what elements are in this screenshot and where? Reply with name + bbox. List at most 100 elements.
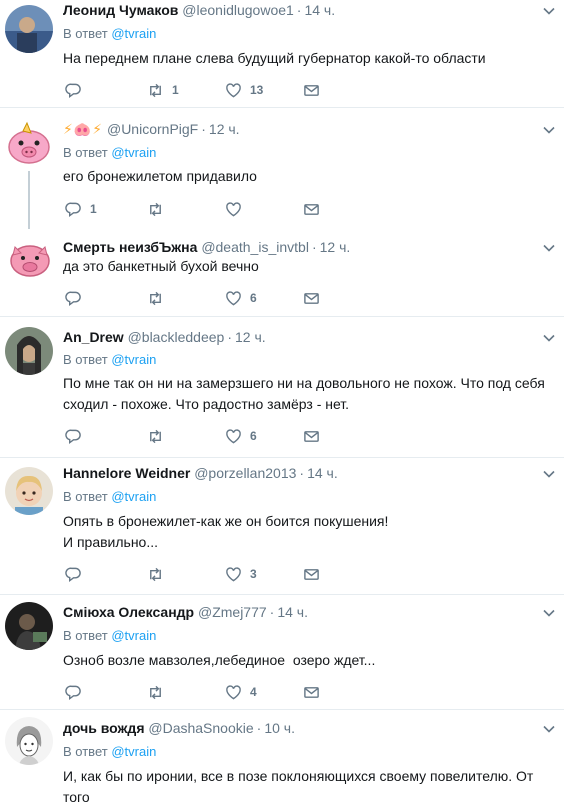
user-handle[interactable]: @DashaSnookie bbox=[148, 720, 253, 736]
timestamp[interactable]: 14 ч. bbox=[304, 2, 335, 18]
user-name[interactable]: дочь вождя bbox=[63, 720, 144, 736]
reply-link[interactable]: @tvrain bbox=[111, 744, 156, 759]
direct-message-button[interactable] bbox=[303, 682, 320, 702]
tweet-header: дочь вождя @DashaSnookie · 10 ч. bbox=[63, 719, 295, 737]
tweet[interactable]: ⚡🐽⚡ @UnicornPigF · 12 ч. В ответ @tvrain е… bbox=[0, 109, 564, 229]
separator: · bbox=[299, 465, 305, 481]
reply-count: 1 bbox=[90, 202, 97, 216]
user-handle[interactable]: @porzellan2013 bbox=[194, 465, 296, 481]
separator: · bbox=[227, 329, 232, 345]
reply-context: В ответ @tvrain bbox=[63, 744, 156, 760]
tweet-header: ⚡🐽⚡ @UnicornPigF · 12 ч. bbox=[63, 120, 240, 138]
action-bar: 6 bbox=[63, 426, 363, 446]
direct-message-button[interactable] bbox=[303, 199, 320, 219]
retweet-count: 1 bbox=[172, 83, 179, 97]
chevron-down-icon[interactable] bbox=[542, 606, 556, 620]
reply-link[interactable]: @tvrain bbox=[111, 26, 156, 41]
tweet[interactable]: дочь вождя @DashaSnookie · 10 ч. В ответ @… bbox=[0, 711, 564, 807]
action-bar: 4 bbox=[63, 682, 363, 702]
retweet-button[interactable] bbox=[147, 426, 172, 446]
like-button[interactable]: 4 bbox=[225, 682, 257, 702]
avatar[interactable] bbox=[5, 327, 53, 375]
tweet[interactable]: Сміюха Олександр @Zmej777 · 14 ч. В ответ … bbox=[0, 596, 564, 710]
retweet-button[interactable] bbox=[147, 288, 172, 308]
chevron-down-icon[interactable] bbox=[542, 722, 556, 736]
user-handle[interactable]: @UnicornPigF bbox=[107, 121, 198, 137]
retweet-button[interactable]: 1 bbox=[147, 80, 179, 100]
retweet-icon bbox=[150, 567, 161, 581]
reply-context: В ответ @tvrain bbox=[63, 26, 156, 42]
avatar[interactable] bbox=[5, 233, 53, 281]
like-count: 6 bbox=[250, 429, 257, 443]
reply-icon bbox=[65, 202, 81, 217]
thread-connector bbox=[28, 171, 30, 229]
like-button[interactable]: 13 bbox=[225, 80, 263, 100]
avatar[interactable] bbox=[5, 602, 53, 650]
tweet[interactable]: Леонид Чумаков @leonidlugowoe1 · 14 ч. В о… bbox=[0, 0, 564, 108]
reply-icon bbox=[65, 685, 81, 700]
reply-button[interactable] bbox=[65, 682, 90, 702]
reply-context: В ответ @tvrain bbox=[63, 489, 156, 505]
direct-message-button[interactable] bbox=[303, 288, 320, 308]
user-name[interactable]: An_Drew bbox=[63, 329, 124, 345]
reply-button[interactable]: 1 bbox=[65, 199, 97, 219]
direct-message-button[interactable] bbox=[303, 80, 320, 100]
chevron-down-icon[interactable] bbox=[542, 331, 556, 345]
reply-link[interactable]: @tvrain bbox=[111, 489, 156, 504]
tweet-text: Опять в бронежилет-как же он боится поку… bbox=[63, 513, 389, 550]
like-button[interactable]: 3 bbox=[225, 564, 257, 584]
reply-button[interactable] bbox=[65, 564, 90, 584]
direct-message-button[interactable] bbox=[303, 426, 320, 446]
user-name[interactable]: Леонид Чумаков bbox=[63, 2, 178, 18]
reply-button[interactable] bbox=[65, 288, 90, 308]
tweet[interactable]: Смерть неизбЪжна @death_is_invtbl · 12 ч. … bbox=[0, 227, 564, 317]
user-name[interactable]: Смерть неизбЪжна bbox=[63, 239, 197, 255]
like-button[interactable] bbox=[225, 199, 250, 219]
reply-button[interactable] bbox=[65, 80, 90, 100]
retweet-button[interactable] bbox=[147, 682, 172, 702]
retweet-button[interactable] bbox=[147, 199, 172, 219]
timestamp[interactable]: 14 ч. bbox=[277, 604, 308, 620]
avatar[interactable] bbox=[5, 467, 53, 515]
user-name[interactable]: Hannelore Weidner bbox=[63, 465, 190, 481]
user-handle[interactable]: @Zmej777 bbox=[198, 604, 267, 620]
envelope-icon bbox=[304, 430, 319, 442]
timestamp[interactable]: 12 ч. bbox=[320, 239, 351, 255]
user-handle[interactable]: @leonidlugowoe1 bbox=[182, 2, 294, 18]
tweet[interactable]: Hannelore Weidner @porzellan2013 · 14 ч. В… bbox=[0, 459, 564, 595]
chevron-down-icon[interactable] bbox=[542, 467, 556, 481]
timestamp[interactable]: 14 ч. bbox=[307, 465, 338, 481]
chevron-down-icon[interactable] bbox=[542, 123, 556, 137]
user-handle[interactable]: @blackleddeep bbox=[128, 329, 225, 345]
timestamp[interactable]: 10 ч. bbox=[264, 720, 295, 736]
direct-message-button[interactable] bbox=[303, 564, 320, 584]
like-button[interactable]: 6 bbox=[225, 288, 257, 308]
avatar[interactable] bbox=[5, 5, 53, 53]
reply-button[interactable] bbox=[65, 426, 90, 446]
avatar[interactable] bbox=[5, 119, 53, 167]
user-handle[interactable]: @death_is_invtbl bbox=[201, 239, 309, 255]
tweet-header: Леонид Чумаков @leonidlugowoe1 · 14 ч. bbox=[63, 1, 335, 19]
chevron-down-icon[interactable] bbox=[542, 4, 556, 18]
action-bar: 1 13 bbox=[63, 80, 363, 100]
reply-link[interactable]: @tvrain bbox=[111, 352, 156, 367]
heart-icon bbox=[226, 428, 241, 443]
reply-prefix: В ответ bbox=[63, 744, 108, 759]
like-button[interactable]: 6 bbox=[225, 426, 257, 446]
chevron-down-icon[interactable] bbox=[542, 241, 556, 255]
timestamp[interactable]: 12 ч. bbox=[209, 121, 240, 137]
reply-link[interactable]: @tvrain bbox=[111, 628, 156, 643]
retweet-button[interactable] bbox=[147, 564, 172, 584]
emoji-name[interactable]: ⚡🐽⚡ bbox=[63, 121, 103, 137]
separator: · bbox=[201, 121, 206, 137]
timestamp[interactable]: 12 ч. bbox=[235, 329, 266, 345]
reply-prefix: В ответ bbox=[63, 628, 108, 643]
envelope-icon bbox=[304, 568, 319, 580]
heart-icon bbox=[226, 82, 241, 97]
like-count: 6 bbox=[250, 291, 257, 305]
avatar[interactable] bbox=[5, 717, 53, 765]
reply-link[interactable]: @tvrain bbox=[111, 145, 156, 160]
user-name[interactable]: Сміюха Олександр bbox=[63, 604, 194, 620]
retweet-icon bbox=[150, 291, 161, 305]
tweet[interactable]: An_Drew @blackleddeep · 12 ч. В ответ @tvr… bbox=[0, 318, 564, 458]
